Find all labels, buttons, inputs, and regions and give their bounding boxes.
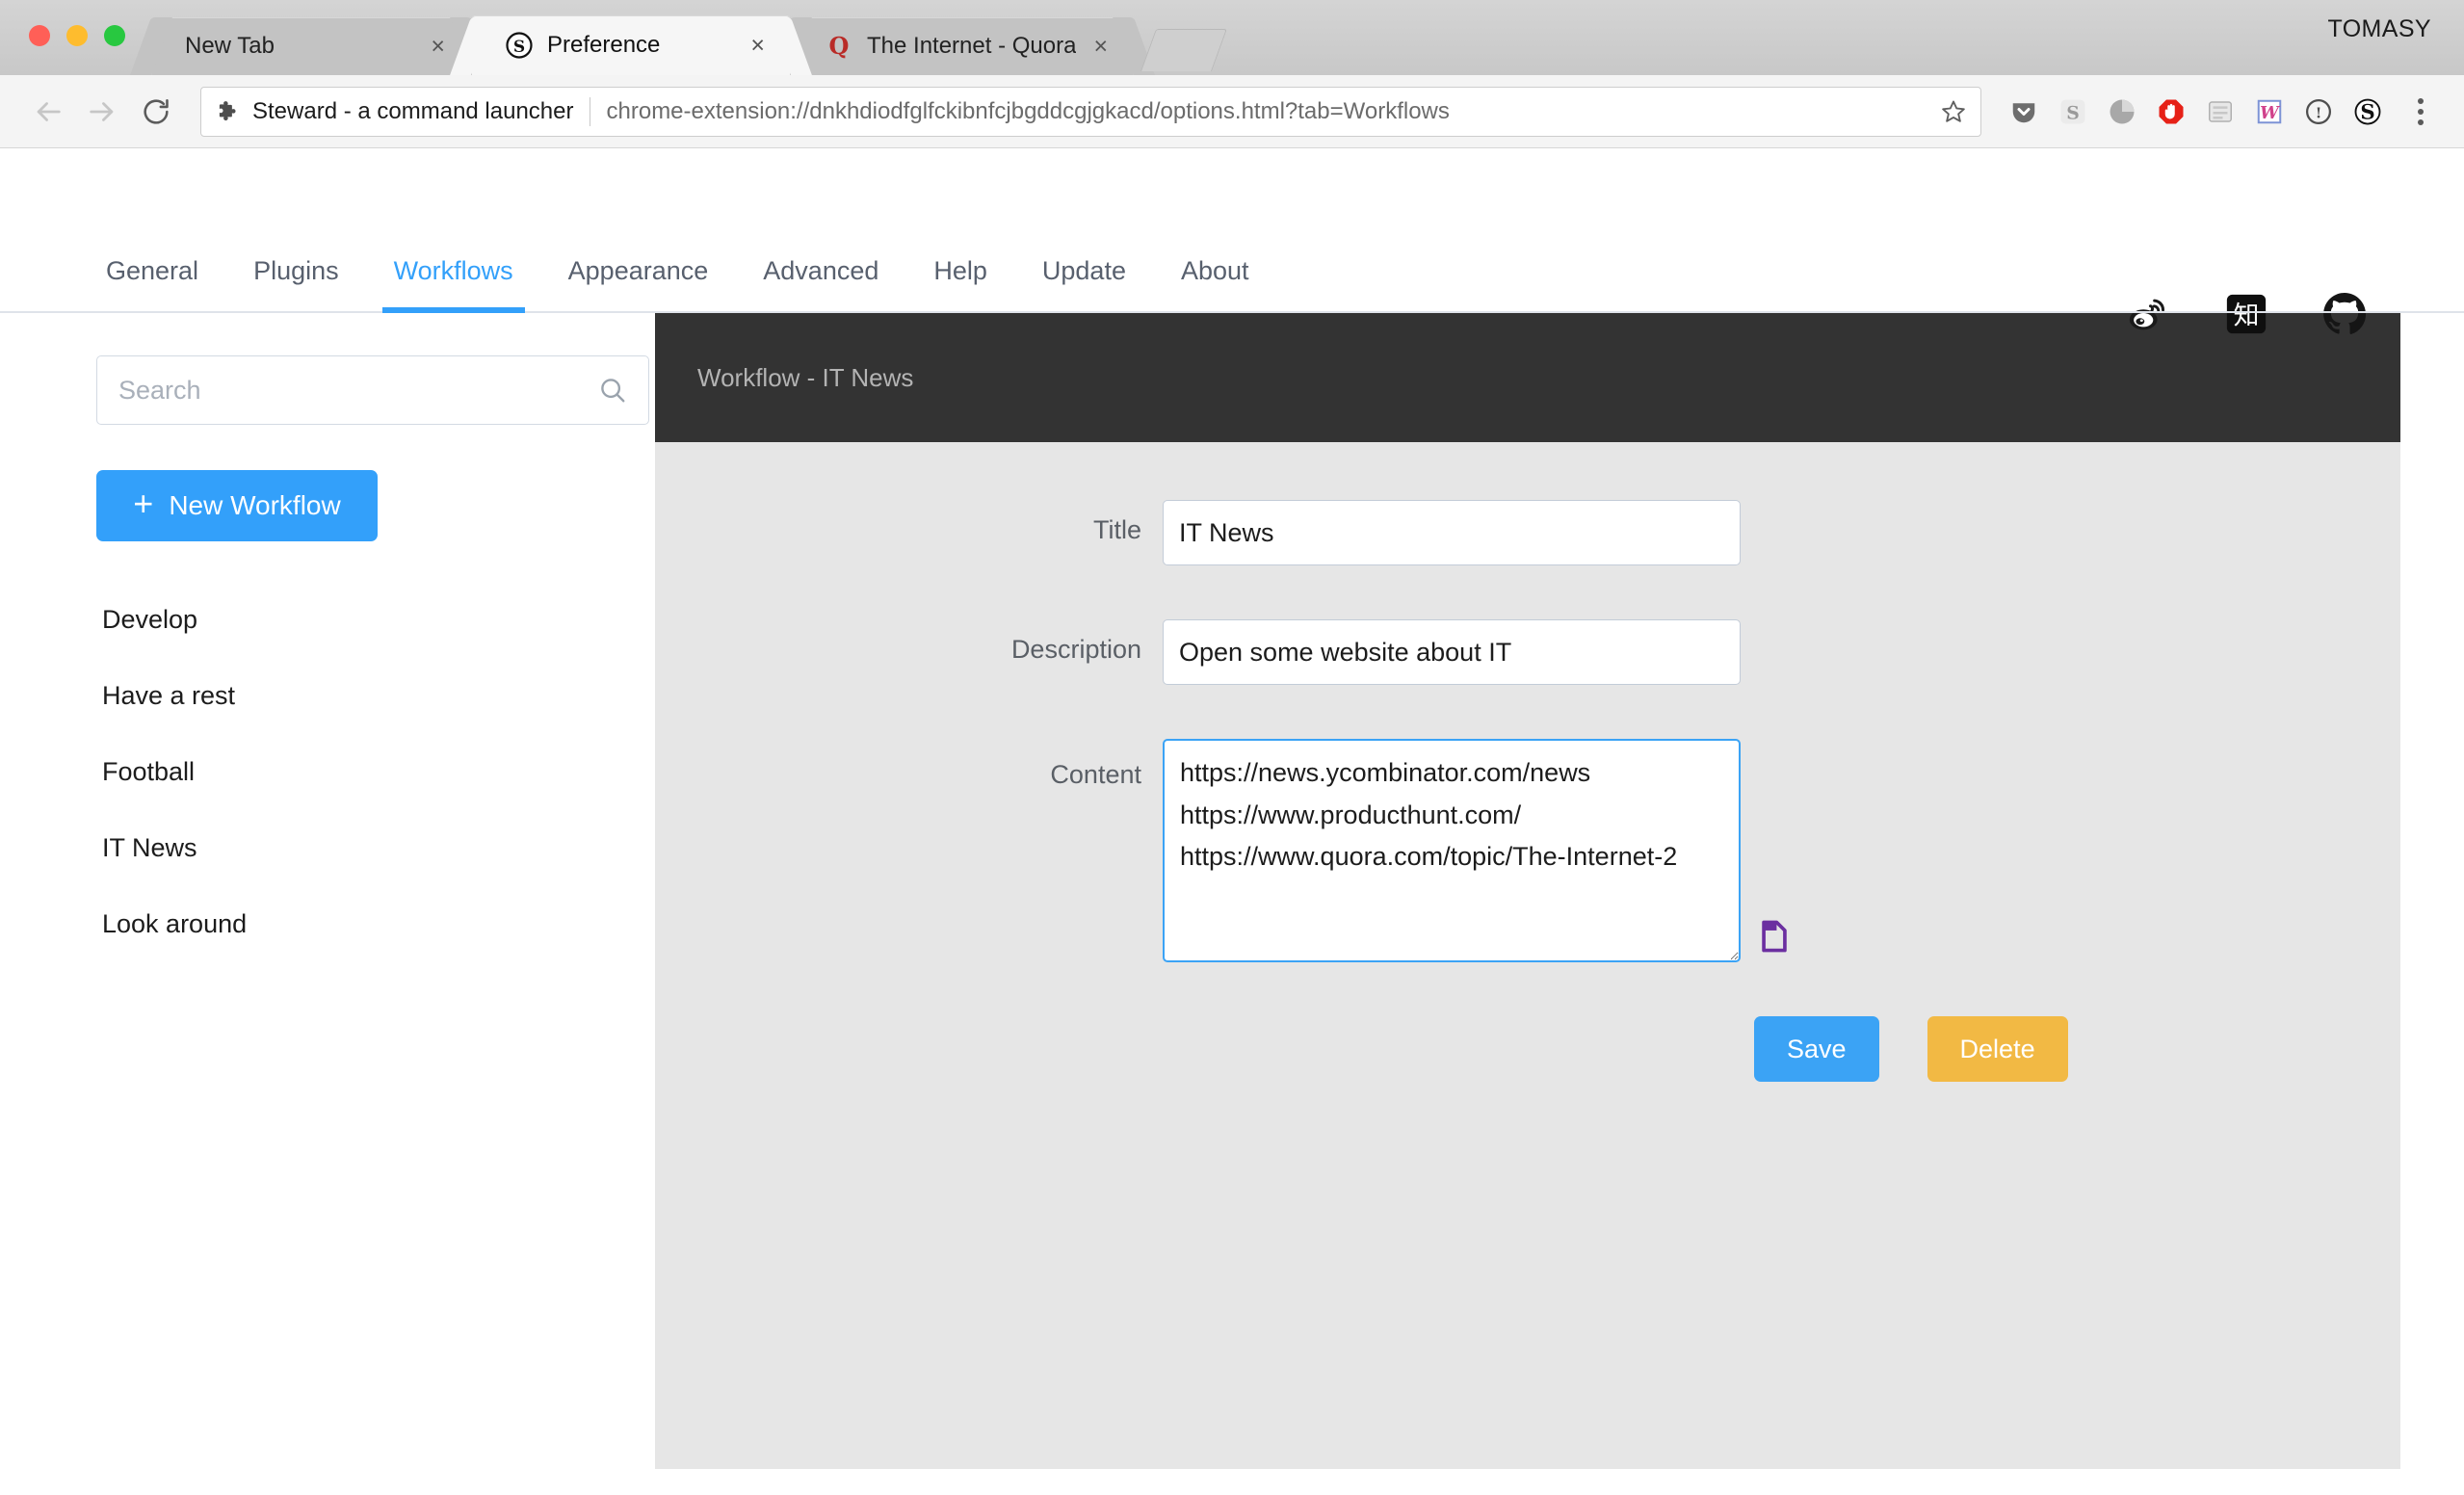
plus-icon: + — [133, 486, 153, 521]
browser-tab-title: Preference — [547, 32, 733, 59]
pocket-icon[interactable] — [2001, 89, 2047, 135]
tab-update[interactable]: Update — [1042, 256, 1126, 311]
workflows-layout: + New Workflow Develop Have a rest Footb… — [0, 313, 2464, 1469]
browser-tab-preference[interactable]: S Preference × — [472, 15, 790, 75]
steward-s-icon[interactable]: S — [2050, 89, 2096, 135]
browser-extension-icons: S — [2001, 89, 2391, 135]
new-workflow-button[interactable]: + New Workflow — [96, 470, 378, 541]
browser-tabstrip: New Tab × S Preference × Q — [0, 0, 2464, 75]
form-row-title: Title — [655, 500, 2400, 565]
svg-text:S: S — [513, 38, 525, 57]
forward-arrow-icon[interactable] — [75, 85, 129, 139]
window-owner-label: TOMASY — [2327, 15, 2431, 43]
new-tab-button[interactable] — [1140, 29, 1227, 71]
address-bar-site-name: Steward - a command launcher — [252, 98, 590, 125]
back-arrow-icon[interactable] — [21, 85, 75, 139]
address-bar[interactable]: Steward - a command launcher chrome-exte… — [200, 87, 1981, 137]
close-icon[interactable]: × — [431, 35, 445, 59]
browser-tabs: New Tab × S Preference × Q — [152, 0, 1219, 75]
quora-q-icon: Q — [825, 32, 853, 61]
browser-tab-title: New Tab — [185, 33, 413, 60]
address-bar-url: chrome-extension://dnkhdiodfglfckibnfcjb… — [590, 98, 1450, 125]
browser-tab-title: The Internet - Quora — [867, 33, 1076, 60]
page-title: Workflow - IT News — [697, 363, 913, 393]
tab-plugins[interactable]: Plugins — [253, 256, 339, 311]
window-close-button[interactable] — [29, 25, 50, 46]
browser-tab-quora[interactable]: Q The Internet - Quora × — [792, 17, 1133, 75]
workflow-list: Develop Have a rest Football IT News Loo… — [96, 582, 655, 962]
search-icon[interactable] — [598, 376, 627, 405]
form-row-description: Description — [655, 619, 2400, 685]
window-zoom-button[interactable] — [104, 25, 125, 46]
content-field[interactable]: https://news.ycombinator.com/news https:… — [1163, 739, 1741, 962]
description-field-label: Description — [655, 619, 1163, 665]
tab-workflows[interactable]: Workflows — [394, 256, 513, 311]
title-field-label: Title — [655, 500, 1163, 545]
tab-general[interactable]: General — [106, 256, 198, 311]
new-workflow-button-label: New Workflow — [169, 490, 340, 521]
svg-text:S: S — [2360, 100, 2374, 124]
wikipedia-w-icon[interactable]: W — [2246, 89, 2293, 135]
steward-black-s-icon[interactable]: S — [2345, 89, 2391, 135]
description-field[interactable] — [1163, 619, 1741, 685]
reader-lines-icon[interactable] — [2197, 89, 2243, 135]
star-outline-icon[interactable] — [1925, 98, 1967, 125]
close-icon[interactable]: × — [750, 34, 765, 58]
steward-s-icon: S — [505, 31, 534, 60]
copy-document-icon[interactable] — [1760, 920, 1789, 953]
settings-nav-tabs: General Plugins Workflows Appearance Adv… — [0, 256, 2464, 313]
workflow-detail-panel: Workflow - IT News Title Description Con… — [655, 313, 2400, 1469]
adblock-hand-icon[interactable] — [2148, 89, 2194, 135]
workflow-list-item-develop[interactable]: Develop — [96, 582, 655, 658]
workflows-sidebar: + New Workflow Develop Have a rest Footb… — [0, 313, 655, 962]
search-box[interactable] — [96, 355, 649, 425]
content-field-label: Content — [655, 739, 1163, 790]
tab-about[interactable]: About — [1181, 256, 1249, 311]
reload-icon[interactable] — [129, 85, 183, 139]
form-actions: Save Delete — [655, 1016, 2400, 1082]
workflow-list-item-it-news[interactable]: IT News — [96, 810, 655, 886]
three-dots-vertical-icon[interactable] — [2398, 89, 2443, 135]
save-button[interactable]: Save — [1754, 1016, 1879, 1082]
puzzle-piece-icon — [215, 99, 240, 124]
content-field-wrap: https://news.ycombinator.com/news https:… — [1163, 739, 1789, 962]
browser-toolbar: Steward - a command launcher chrome-exte… — [0, 75, 2464, 148]
options-page: 知 General Plugins Workflows Appearance A… — [0, 256, 2464, 1495]
close-icon[interactable]: × — [1093, 35, 1108, 59]
tab-help[interactable]: Help — [933, 256, 987, 311]
svg-text:!: ! — [2316, 104, 2322, 121]
tab-appearance[interactable]: Appearance — [568, 256, 709, 311]
window-minimize-button[interactable] — [66, 25, 88, 46]
window-traffic-lights — [29, 25, 125, 46]
workflow-list-item-have-a-rest[interactable]: Have a rest — [96, 658, 655, 734]
svg-text:Q: Q — [829, 33, 850, 60]
grammarly-icon[interactable] — [2099, 89, 2145, 135]
form-row-content: Content https://news.ycombinator.com/new… — [655, 739, 2400, 962]
workflow-list-item-look-around[interactable]: Look around — [96, 886, 655, 962]
title-field[interactable] — [1163, 500, 1741, 565]
delete-button[interactable]: Delete — [1927, 1016, 2068, 1082]
workflow-list-item-football[interactable]: Football — [96, 734, 655, 810]
svg-text:W: W — [2260, 103, 2281, 122]
browser-window: New Tab × S Preference × Q — [0, 0, 2464, 1495]
browser-tab-new-tab[interactable]: New Tab × — [152, 17, 470, 75]
svg-text:S: S — [2066, 102, 2080, 123]
search-input[interactable] — [118, 376, 598, 406]
tab-advanced[interactable]: Advanced — [763, 256, 878, 311]
workflow-form: Title Description Content https://news.y… — [655, 442, 2400, 1082]
info-circle-icon[interactable]: ! — [2295, 89, 2342, 135]
